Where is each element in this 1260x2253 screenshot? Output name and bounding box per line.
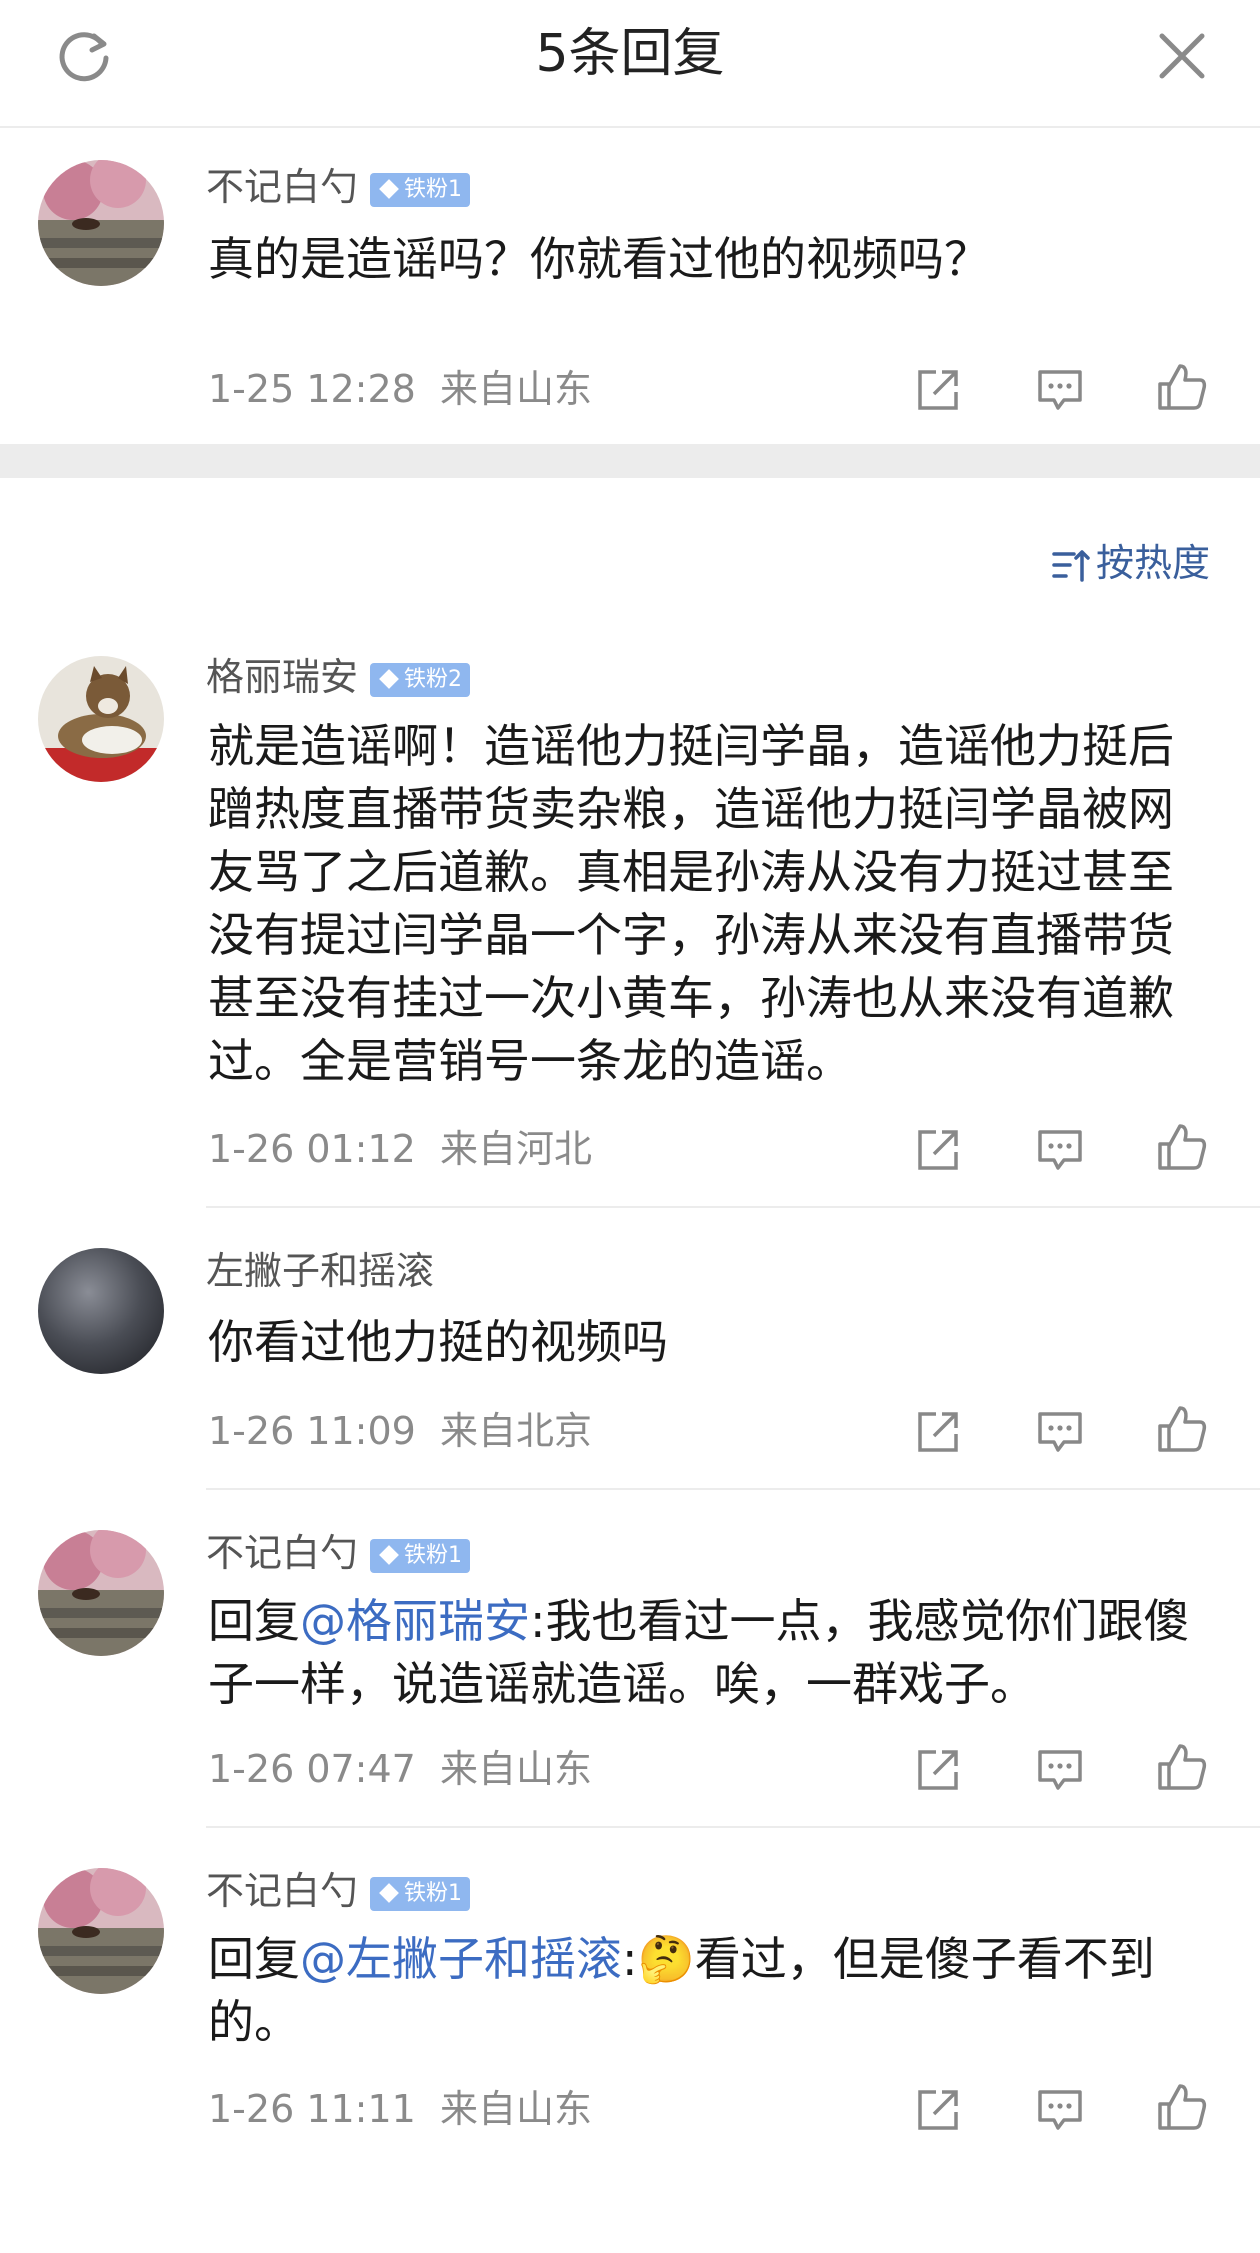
sort-button[interactable]: 按热度 xyxy=(1052,538,1210,588)
fan-badge: 铁粉1 xyxy=(370,1538,471,1573)
share-icon[interactable] xyxy=(912,1406,964,1458)
reply-meta: 1-26 11:11 来自山东 xyxy=(208,2086,592,2132)
avatar[interactable] xyxy=(38,1530,164,1656)
comment-location: 来自山东 xyxy=(440,367,593,411)
reply-time: 1-26 11:11 xyxy=(208,2087,416,2131)
reply-author[interactable]: 不记白勺 铁粉1 xyxy=(206,1530,471,1576)
section-separator xyxy=(0,444,1260,478)
like-icon[interactable] xyxy=(1156,1404,1208,1456)
page-title: 5条回复 xyxy=(535,24,725,84)
avatar[interactable] xyxy=(38,1868,164,1994)
reply-meta: 1-26 11:09 来自北京 xyxy=(208,1408,592,1454)
diamond-icon xyxy=(379,178,399,199)
fan-badge: 铁粉1 xyxy=(370,172,471,207)
reply-prefix: 回复 xyxy=(208,1932,300,1986)
author-name[interactable]: 不记白勺 xyxy=(206,1531,358,1575)
header-bar: 5条回复 xyxy=(0,0,1260,128)
reply-meta: 1-26 07:47 来自山东 xyxy=(208,1746,592,1792)
share-icon[interactable] xyxy=(912,1744,964,1796)
divider xyxy=(206,1826,1260,1828)
like-icon[interactable] xyxy=(1156,2082,1208,2134)
author-name[interactable]: 格丽瑞安 xyxy=(206,655,358,699)
comment-time: 1-25 12:28 xyxy=(208,367,416,411)
comment-icon[interactable] xyxy=(1034,1406,1086,1458)
diamond-icon xyxy=(379,668,399,689)
like-icon[interactable] xyxy=(1156,1742,1208,1794)
comment-icon[interactable] xyxy=(1034,1124,1086,1176)
reply-location: 来自北京 xyxy=(440,1409,593,1453)
reply-author[interactable]: 格丽瑞安 铁粉2 xyxy=(206,654,471,700)
reply-text: 回复@左撇子和摇滚:🤔看过，但是傻子看不到的。 xyxy=(208,1928,1190,2054)
reply-location: 来自山东 xyxy=(440,1747,593,1791)
comment-text: 真的是造谣吗？你就看过他的视频吗？ xyxy=(208,232,990,286)
reply-location: 来自山东 xyxy=(440,2087,593,2131)
reply-text: 回复@格丽瑞安:我也看过一点，我感觉你们跟傻子一样，说造谣就造谣。唉，一群戏子。 xyxy=(208,1590,1190,1716)
thinking-emoji: 🤔 xyxy=(637,1932,695,1986)
diamond-icon xyxy=(379,1882,399,1903)
comment-meta: 1-25 12:28 来自山东 xyxy=(208,366,592,412)
reply-separator: : xyxy=(622,1932,638,1986)
mention-link[interactable]: @左撇子和摇滚 xyxy=(300,1932,622,1986)
reply-prefix: 回复 xyxy=(208,1594,300,1648)
comment-icon[interactable] xyxy=(1034,364,1086,416)
reply-author[interactable]: 不记白勺 铁粉1 xyxy=(206,1868,471,1914)
author-name[interactable]: 不记白勺 xyxy=(206,1869,358,1913)
reply-text: 你看过他力挺的视频吗 xyxy=(208,1315,668,1369)
author-name[interactable]: 不记白勺 xyxy=(206,165,358,209)
reply-time: 1-26 07:47 xyxy=(208,1747,416,1791)
comment-author[interactable]: 不记白勺 铁粉1 xyxy=(206,164,471,210)
share-icon[interactable] xyxy=(912,364,964,416)
reply-meta: 1-26 01:12 来自河北 xyxy=(208,1126,592,1172)
close-icon[interactable] xyxy=(1156,30,1208,82)
diamond-icon xyxy=(379,1544,399,1565)
like-icon[interactable] xyxy=(1156,1122,1208,1174)
comment-icon[interactable] xyxy=(1034,1744,1086,1796)
share-icon[interactable] xyxy=(912,1124,964,1176)
reply-author[interactable]: 左撇子和摇滚 xyxy=(206,1248,434,1294)
fan-badge: 铁粉1 xyxy=(370,1876,471,1911)
like-icon[interactable] xyxy=(1156,362,1208,414)
author-name[interactable]: 左撇子和摇滚 xyxy=(206,1249,434,1293)
divider xyxy=(206,1206,1260,1208)
reply-time: 1-26 11:09 xyxy=(208,1409,416,1453)
divider xyxy=(206,1488,1260,1490)
avatar[interactable] xyxy=(38,1248,164,1374)
reply-text: 就是造谣啊！造谣他力挺闫学晶，造谣他力挺后蹭热度直播带货卖杂粮，造谣他力挺闫学晶… xyxy=(208,719,1174,1088)
mention-link[interactable]: @格丽瑞安 xyxy=(300,1594,530,1648)
sort-label: 按热度 xyxy=(1095,541,1210,585)
comment-icon[interactable] xyxy=(1034,2084,1086,2136)
avatar[interactable] xyxy=(38,160,164,286)
reply-location: 来自河北 xyxy=(440,1127,593,1171)
avatar[interactable] xyxy=(38,656,164,782)
fan-badge: 铁粉2 xyxy=(370,662,471,697)
reply-time: 1-26 01:12 xyxy=(208,1127,416,1171)
share-icon[interactable] xyxy=(912,2084,964,2136)
sort-icon xyxy=(1052,549,1090,582)
